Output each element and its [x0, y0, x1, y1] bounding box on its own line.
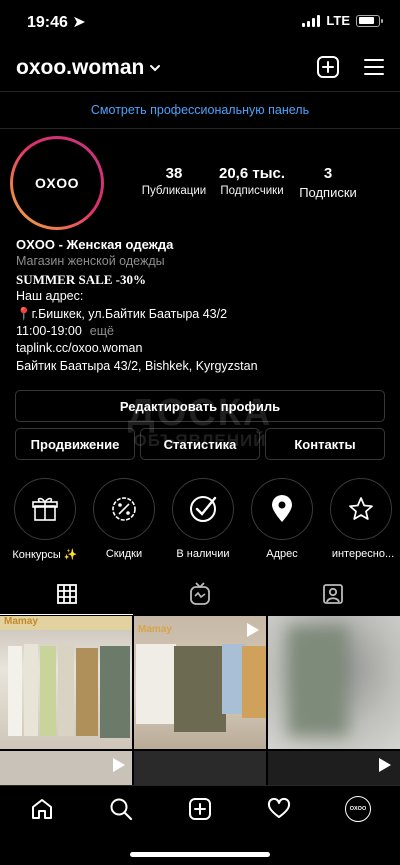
bio-location[interactable]: Байтик Баатыра 43/2, Bishkek, Kyrgyzstan [16, 358, 386, 375]
battery-icon [356, 14, 383, 27]
stat-following[interactable]: 3 Подписки [290, 165, 366, 200]
stat-followers-value: 20,6 тыс. [218, 165, 286, 182]
gift-icon [32, 497, 58, 521]
highlight-discounts[interactable]: Скидки [92, 478, 156, 560]
post-thumbnail[interactable] [134, 751, 266, 785]
status-indicators: LTE [302, 13, 383, 28]
post-thumbnail[interactable]: Mamay [134, 616, 266, 749]
profile-tab-avatar-text: OXOO [349, 806, 367, 812]
status-time: 19:46 ➤ [27, 14, 86, 31]
stat-followers[interactable]: 20,6 тыс. Подписчики [210, 165, 294, 197]
post-thumbnail[interactable] [0, 751, 132, 785]
post-thumbnail[interactable] [268, 616, 400, 749]
reels-tab-icon[interactable] [189, 582, 211, 606]
highlight-label: интересно... [331, 548, 395, 560]
stat-following-label: Подписки [299, 185, 357, 200]
highlight-address[interactable]: Адрес [250, 478, 314, 560]
profile-name: OXOO - Женская одежда [16, 237, 174, 252]
post-caption: Mamay [138, 624, 172, 635]
stat-posts-value: 38 [165, 165, 183, 182]
new-post-icon[interactable] [316, 55, 340, 79]
check-compass-icon [190, 496, 217, 522]
avatar-logo-text: OXOO [16, 142, 98, 224]
video-play-icon [379, 758, 391, 772]
profile-category: Магазин женской одежды [16, 254, 165, 269]
menu-icon[interactable] [362, 55, 386, 79]
bio-address: 📍г.Бишкек, ул.Байтик Баатыра 43/2 [16, 306, 228, 321]
post-thumbnail[interactable]: Mamay [0, 616, 132, 749]
signal-icon [302, 14, 321, 27]
post-thumbnail[interactable] [268, 751, 400, 785]
home-icon[interactable] [30, 797, 54, 821]
professional-dashboard-link[interactable]: Смотреть профессиональную панель [0, 92, 400, 128]
stat-followers-label: Подписчики [220, 185, 284, 197]
avatar[interactable]: OXOO [10, 136, 104, 230]
panel-divider [0, 128, 400, 129]
bio-hours-row: 11:00-19:00 ещё [16, 323, 386, 340]
stat-posts-label: Публикации [141, 185, 207, 197]
bio-address-label: Наш адрес: [16, 289, 84, 304]
highlight-in-stock[interactable]: В наличии [171, 478, 235, 560]
video-play-icon [247, 623, 259, 637]
star-icon [349, 497, 373, 520]
video-play-icon [113, 758, 125, 772]
bio-sale: SUMMER SALE -30% [16, 271, 147, 287]
statistics-button[interactable]: Статистика [140, 428, 260, 460]
chevron-down-icon [150, 65, 161, 72]
username: oxoo.woman [16, 56, 145, 79]
profile-bio: OXOO - Женская одежда Магазин женской од… [16, 236, 386, 375]
create-post-icon[interactable] [188, 797, 212, 821]
header-actions [316, 55, 386, 79]
contacts-button[interactable]: Контакты [265, 428, 385, 460]
stat-posts[interactable]: 38 Публикации [134, 165, 214, 197]
home-indicator [130, 852, 270, 857]
account-switcher[interactable]: oxoo.woman [16, 56, 162, 80]
promotion-button[interactable]: Продвижение [15, 428, 135, 460]
stat-following-value: 3 [323, 165, 333, 182]
bio-website-link[interactable]: taplink.cc/oxoo.woman [16, 340, 386, 357]
edit-profile-button[interactable]: Редактировать профиль [15, 390, 385, 422]
bio-more-link[interactable]: ещё [90, 324, 114, 338]
search-icon[interactable] [109, 797, 133, 821]
highlight-label: Конкурсы ✨ [12, 549, 78, 561]
highlight-label: Скидки [105, 548, 143, 560]
activity-heart-icon[interactable] [267, 797, 291, 821]
active-tab-indicator [0, 614, 133, 615]
network-label: LTE [326, 13, 350, 28]
profile-tab-avatar[interactable]: OXOO [345, 796, 371, 822]
highlight-contests[interactable]: Конкурсы ✨ [12, 478, 78, 561]
percent-badge-icon [112, 497, 136, 521]
tagged-tab-icon[interactable] [322, 583, 344, 605]
highlight-label: Адрес [266, 548, 298, 560]
highlight-label: В наличии [176, 548, 230, 560]
location-pin-icon [272, 495, 292, 522]
post-caption: Mamay [4, 616, 38, 627]
bio-hours: 11:00-19:00 [16, 324, 82, 339]
location-arrow-icon: ➤ [72, 14, 86, 31]
highlight-interesting[interactable]: интересно... [329, 478, 394, 560]
grid-tab-icon[interactable] [56, 583, 78, 605]
